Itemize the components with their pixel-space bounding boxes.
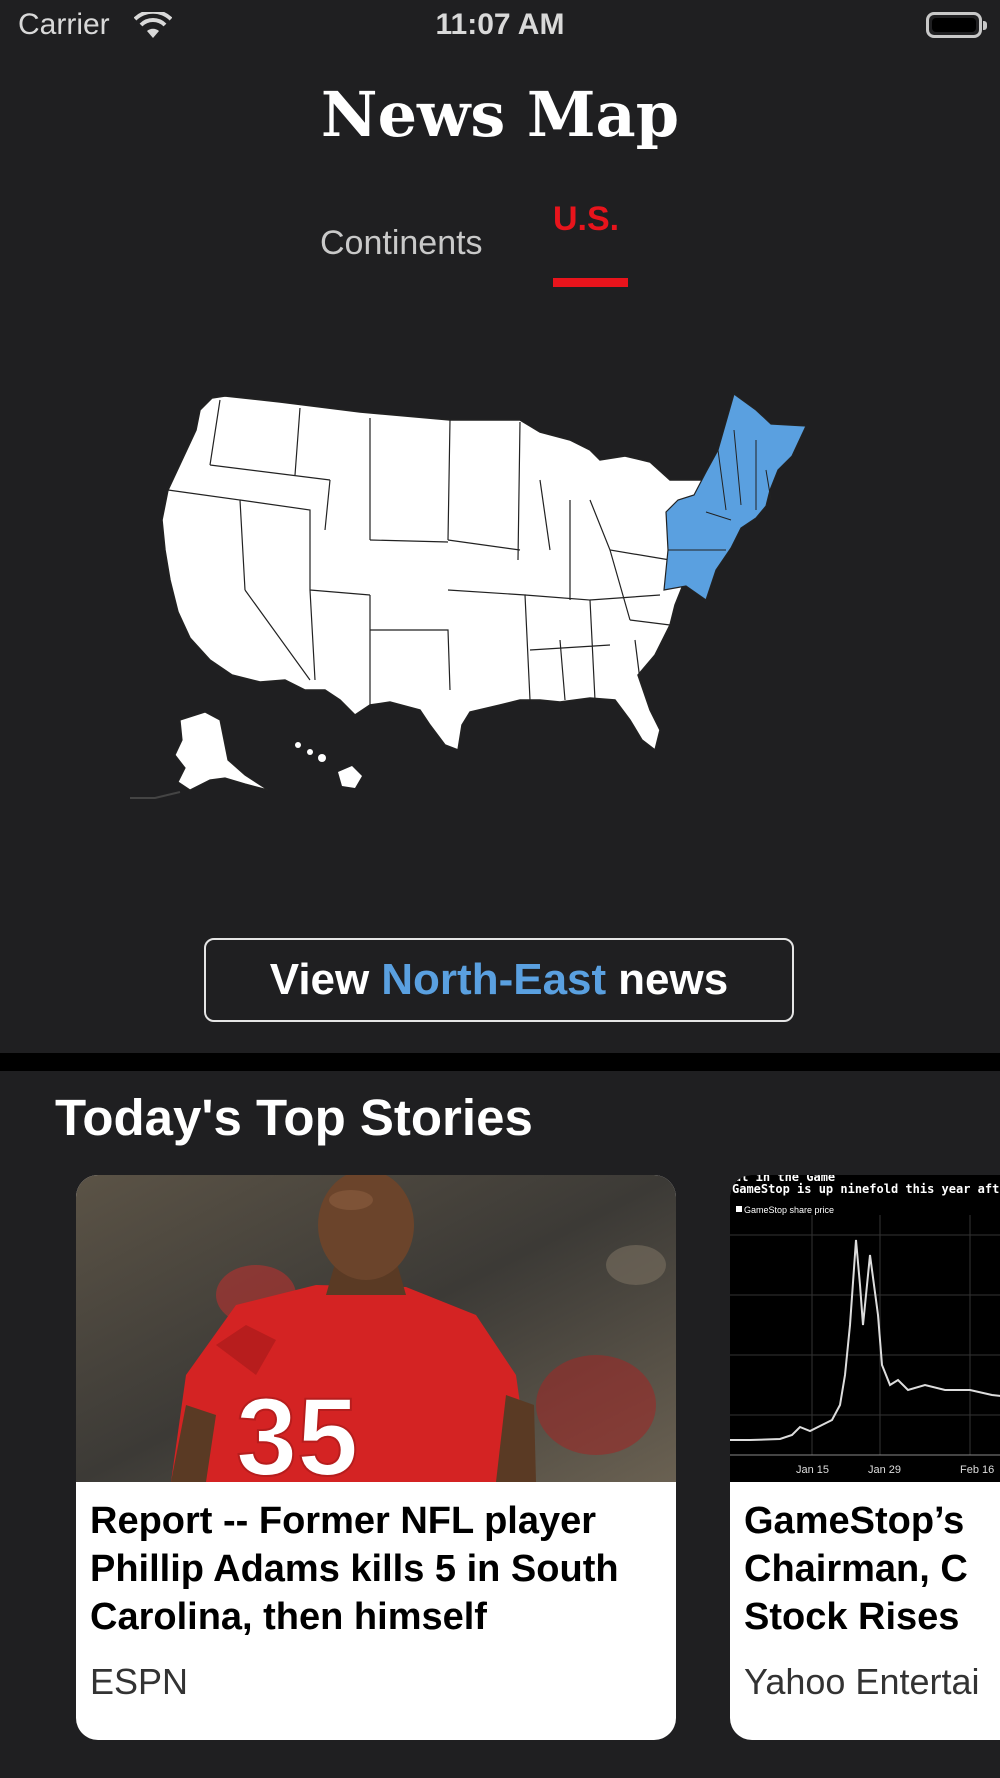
svg-text:35: 35 [236, 1376, 358, 1482]
tab-us[interactable]: U.S. [553, 200, 619, 239]
story-headline-line: Chairman, C [744, 1548, 968, 1590]
map-hawaii [295, 742, 362, 788]
status-bar: Carrier 11:07 AM [0, 0, 1000, 56]
story-image-stock-chart: ut in the Game GameStop is up ninefold t… [730, 1175, 1000, 1482]
story-card[interactable]: 35 Report -- Former NFL player Phillip A… [76, 1175, 676, 1740]
chart-tick: Jan 15 [796, 1464, 829, 1476]
story-headline: Report -- Former NFL player Phillip Adam… [90, 1500, 619, 1638]
story-card[interactable]: ut in the Game GameStop is up ninefold t… [730, 1175, 1000, 1740]
top-stories-carousel[interactable]: 35 Report -- Former NFL player Phillip A… [0, 1175, 1000, 1740]
selected-tab-indicator [553, 278, 628, 287]
chart-title: GameStop is up ninefold this year aft [732, 1182, 999, 1196]
view-region-news-button[interactable]: View North-East news [204, 938, 794, 1022]
story-source: Yahoo Entertai [744, 1661, 980, 1702]
story-headline: GameStop’s Chairman, C Stock Rises [744, 1497, 1000, 1641]
app-title: News Map [320, 78, 680, 151]
story-image-football-player: 35 [76, 1175, 676, 1482]
section-title: Today's Top Stories [55, 1089, 533, 1146]
story-source: ESPN [90, 1661, 189, 1702]
map-alaska [174, 711, 269, 791]
story-headline-line: Stock Rises [744, 1596, 960, 1638]
tab-continents[interactable]: Continents [320, 224, 483, 263]
battery-icon [926, 12, 987, 38]
view-button-region: North-East [381, 955, 607, 1004]
section-divider [0, 1053, 1000, 1071]
chart-tick: Jan 29 [868, 1464, 901, 1476]
clock: 11:07 AM [435, 8, 565, 41]
us-map[interactable] [70, 380, 830, 810]
chart-tick: Feb 16 [960, 1464, 994, 1476]
view-button-suffix: news [618, 955, 729, 1004]
view-button-prefix: View [269, 955, 370, 1004]
chart-legend: GameStop share price [744, 1205, 834, 1215]
story-headline-line: GameStop’s [744, 1500, 965, 1542]
